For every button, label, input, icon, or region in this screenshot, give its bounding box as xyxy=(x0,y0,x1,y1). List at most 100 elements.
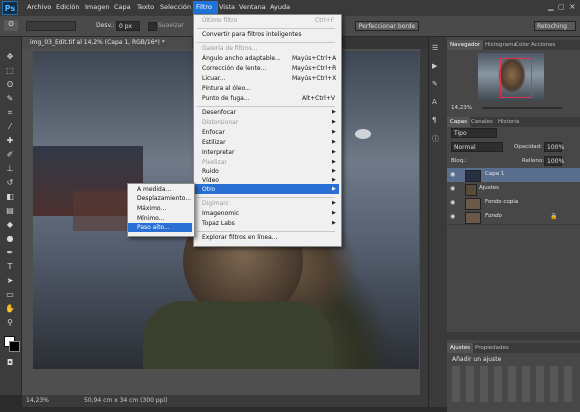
otro-highlight xyxy=(194,184,339,194)
move-tool-icon[interactable]: ✥ xyxy=(4,52,16,62)
maximize-icon[interactable]: ▢ xyxy=(558,3,565,11)
eraser-icon[interactable]: ◧ xyxy=(4,192,16,202)
menu-explorar-filtros[interactable]: Explorar filtros en línea... xyxy=(202,234,277,241)
menu-texto[interactable]: Texto xyxy=(137,3,154,11)
lasso-icon[interactable]: ʘ xyxy=(4,80,16,90)
adjust-title: Añadir un ajuste xyxy=(452,356,502,363)
menu-angulo-ancho[interactable]: Ángulo ancho adaptable... xyxy=(202,55,281,62)
menu-ultimo-filtro[interactable]: Último filtro xyxy=(202,17,237,24)
suavizar-checkbox[interactable] xyxy=(148,22,157,31)
type-tool-icon[interactable]: T xyxy=(4,262,16,272)
submenu-arrow-icon: ▶ xyxy=(332,109,336,115)
brush-tool-icon[interactable]: ✐ xyxy=(4,150,16,160)
menu-filtro[interactable]: Filtro xyxy=(196,3,212,11)
menu-separator xyxy=(197,28,335,29)
menu-correccion-lente[interactable]: Corrección de lente... xyxy=(202,65,266,72)
submenu-arrow-icon: ▶ xyxy=(332,168,336,174)
submenu-arrow-icon: ▶ xyxy=(332,177,336,183)
shortcut-punto-fuga: Alt+Ctrl+V xyxy=(302,95,335,102)
quick-mask-icon[interactable]: ◘ xyxy=(4,358,16,368)
menu-pintura-oleo[interactable]: Pintura al óleo... xyxy=(202,85,251,92)
menu-pixelizar[interactable]: Pixelizar xyxy=(202,159,227,166)
menu-ayuda[interactable]: Ayuda xyxy=(270,3,290,11)
tab-propiedades[interactable]: Propiedades xyxy=(472,343,512,353)
close-icon[interactable]: × xyxy=(569,2,576,11)
tab-navegador[interactable]: Navegador xyxy=(447,40,484,50)
menu-distorsionar[interactable]: Distorsionar xyxy=(202,119,238,126)
jacket-shape xyxy=(143,301,333,369)
menu-separator xyxy=(197,231,335,232)
menu-seleccion[interactable]: Selección xyxy=(160,3,191,11)
submenu-arrow-icon: ▶ xyxy=(332,186,336,192)
shape-tool-icon[interactable]: ▭ xyxy=(4,290,16,300)
menu-edicion[interactable]: Edición xyxy=(56,3,80,11)
tab-ajustes[interactable]: Ajustes xyxy=(447,343,474,353)
status-bar xyxy=(22,395,428,407)
background-color-swatch[interactable] xyxy=(9,341,20,352)
submenu-desplazamiento[interactable]: Desplazamiento... xyxy=(137,195,191,202)
zoom-level[interactable]: 14,23% xyxy=(26,397,49,404)
submenu-arrow-icon: ▶ xyxy=(332,119,336,125)
pen-tool-icon[interactable]: ✒ xyxy=(4,248,16,258)
shortcut-licuar: Mayús+Ctrl+X xyxy=(292,75,337,82)
path-select-icon[interactable]: ➤ xyxy=(4,276,16,286)
submenu-paso-alto[interactable]: Paso alto... xyxy=(137,224,170,231)
shortcut-ultimo-filtro: Ctrl+F xyxy=(315,17,335,24)
menu-video[interactable]: Vídeo xyxy=(202,177,219,184)
clone-stamp-icon[interactable]: ⊥ xyxy=(4,164,16,174)
submenu-arrow-icon: ▶ xyxy=(332,210,336,216)
menu-otro[interactable]: Otro xyxy=(202,186,215,193)
crop-tool-icon[interactable]: ⌗ xyxy=(4,108,16,118)
shortcut-angulo-ancho: Mayús+Ctrl+A xyxy=(292,55,337,62)
photoshop-logo: Ps xyxy=(2,1,18,15)
menu-licuar[interactable]: Licuar... xyxy=(202,75,225,82)
menu-vista[interactable]: Vista xyxy=(219,3,235,11)
document-tab[interactable]: img_03_Edit.tif al 14,2% (Capa 1, RGB/16… xyxy=(22,37,192,49)
history-icon[interactable]: ☰ xyxy=(432,44,438,52)
tab-acciones[interactable]: Acciones xyxy=(528,40,558,50)
menu-galeria-filtros[interactable]: Galería de filtros... xyxy=(202,45,257,52)
dodge-tool-icon[interactable]: ● xyxy=(4,234,16,244)
blur-tool-icon[interactable]: ◆ xyxy=(4,220,16,230)
adjustment-icons-grid[interactable] xyxy=(452,366,572,402)
submenu-minimo[interactable]: Mínimo... xyxy=(137,215,164,222)
menu-desenfocar[interactable]: Desenfocar xyxy=(202,109,236,116)
minimize-icon[interactable]: ▁ xyxy=(548,3,553,11)
menu-digimarc[interactable]: Digimarc xyxy=(202,200,229,207)
submenu-a-medida[interactable]: A medida... xyxy=(137,186,171,193)
menu-separator xyxy=(197,106,335,107)
gradient-tool-icon[interactable]: ▤ xyxy=(4,206,16,216)
history-brush-icon[interactable]: ↺ xyxy=(4,178,16,188)
quick-select-icon[interactable]: ✎ xyxy=(4,94,16,104)
menu-topaz-labs[interactable]: Topaz Labs xyxy=(202,220,235,227)
menu-enfocar[interactable]: Enfocar xyxy=(202,129,225,136)
desv-label: Desv.: xyxy=(96,22,115,29)
suavizar-label: Suavizar xyxy=(158,22,184,29)
eyedropper-icon[interactable]: ⁄ xyxy=(4,122,16,132)
submenu-arrow-icon: ▶ xyxy=(332,139,336,145)
menu-convertir-filtros-inteligentes[interactable]: Convertir para filtros inteligentes xyxy=(202,31,301,38)
menu-ruido[interactable]: Ruido xyxy=(202,168,219,175)
menu-imagen[interactable]: Imagen xyxy=(85,3,109,11)
menu-archivo[interactable]: Archivo xyxy=(27,3,51,11)
zoom-tool-icon[interactable]: ⚲ xyxy=(4,318,16,328)
submenu-arrow-icon: ▶ xyxy=(332,159,336,165)
submenu-maximo[interactable]: Máximo... xyxy=(137,205,166,212)
menu-estilizar[interactable]: Estilizar xyxy=(202,139,226,146)
menu-punto-fuga[interactable]: Punto de fuga... xyxy=(202,95,250,102)
selection-mode-buttons[interactable] xyxy=(26,21,76,31)
menu-separator xyxy=(197,197,335,198)
menu-ventana[interactable]: Ventana xyxy=(239,3,266,11)
hand-tool-icon[interactable]: ✋ xyxy=(4,304,16,314)
desv-input[interactable]: 0 px xyxy=(116,21,140,31)
menu-capa[interactable]: Capa xyxy=(114,3,131,11)
submenu-arrow-icon: ▶ xyxy=(332,149,336,155)
submenu-arrow-icon: ▶ xyxy=(332,129,336,135)
lasso-tool-icon[interactable]: ʘ xyxy=(4,20,18,31)
healing-brush-icon[interactable]: ✚ xyxy=(4,136,16,146)
menu-interpretar[interactable]: Interpretar xyxy=(202,149,234,156)
shortcut-correccion-lente: Mayús+Ctrl+R xyxy=(292,65,337,72)
marquee-tool-icon[interactable]: ⬚ xyxy=(4,66,16,76)
submenu-arrow-icon: ▶ xyxy=(332,220,336,226)
menu-imagenomic[interactable]: Imagenomic xyxy=(202,210,239,217)
